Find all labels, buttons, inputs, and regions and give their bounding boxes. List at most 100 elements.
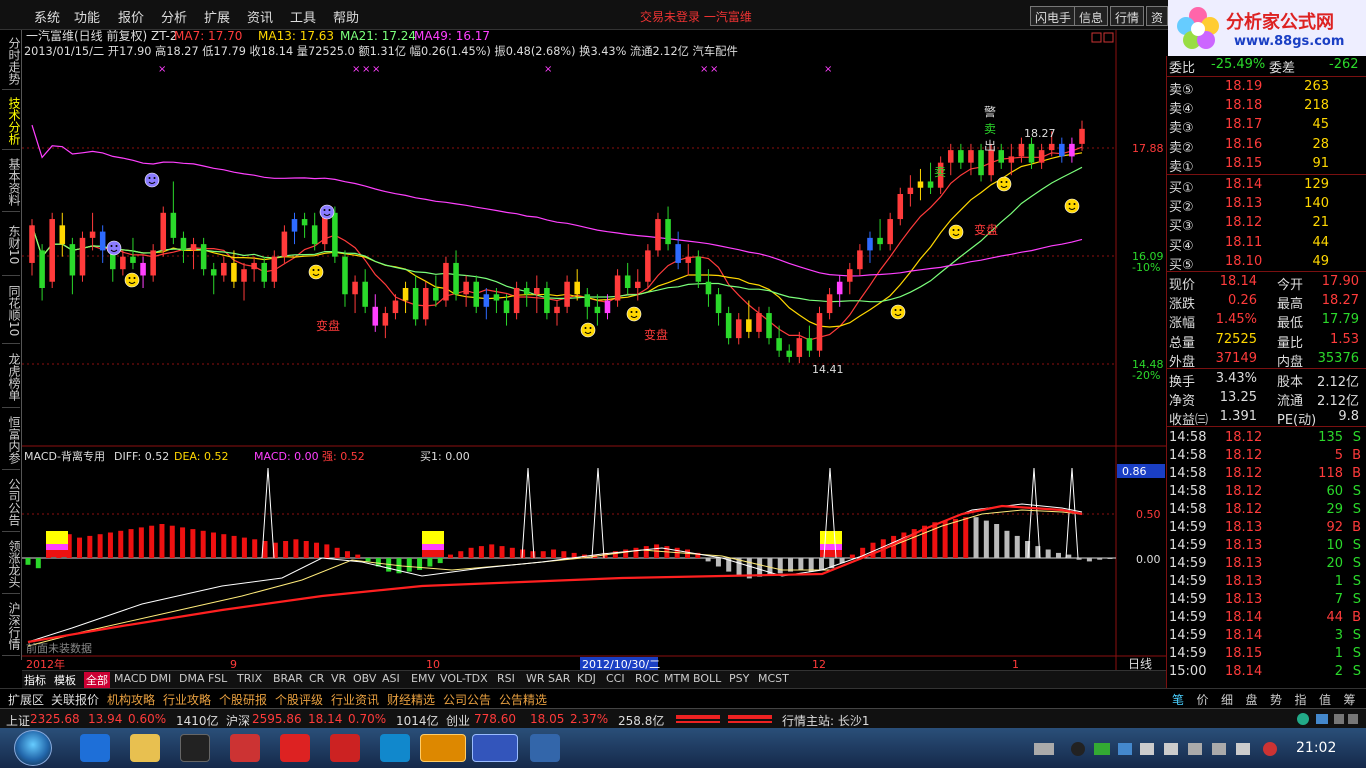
index-pct: 2.37%: [570, 712, 609, 726]
macd-bar: [138, 527, 144, 558]
indicator-tab[interactable]: VOL-TDX: [440, 672, 488, 685]
macd-bar: [468, 547, 474, 558]
stock-app-icon[interactable]: [420, 734, 466, 762]
indicator-tab[interactable]: MACD: [114, 672, 147, 685]
right-panel-tab[interactable]: 指: [1295, 691, 1307, 708]
extension-tab[interactable]: 机构攻略: [107, 691, 155, 708]
right-panel-tab[interactable]: 细: [1221, 691, 1233, 708]
menu-extend[interactable]: 扩展: [204, 7, 230, 26]
indicator-tab[interactable]: WR: [526, 672, 545, 685]
indicator-tab[interactable]: OBV: [353, 672, 376, 685]
candle-body: [968, 150, 974, 163]
extension-tab[interactable]: 扩展区: [8, 691, 44, 708]
ie-icon[interactable]: [80, 734, 110, 762]
extension-tab[interactable]: 关联报价: [51, 691, 99, 708]
extension-tab[interactable]: 行业资讯: [331, 691, 379, 708]
candle-body: [624, 275, 631, 288]
menu-system[interactable]: 系统: [34, 7, 60, 26]
indicator-tab[interactable]: CCI: [606, 672, 625, 685]
server-station[interactable]: 行情主站: 长沙1: [782, 712, 870, 729]
right-panel-tab[interactable]: 值: [1319, 691, 1331, 708]
menu-help[interactable]: 帮助: [333, 7, 359, 26]
kugou-icon[interactable]: [380, 734, 410, 762]
menu-analysis[interactable]: 分析: [161, 7, 187, 26]
macd-axis-value: 0.86: [1122, 465, 1147, 478]
indicator-tab[interactable]: FSL: [208, 672, 227, 685]
flash-trade-button[interactable]: 闪电手: [1030, 6, 1077, 26]
tab-market[interactable]: 沪深行情: [2, 596, 21, 656]
indicator-tab[interactable]: RSI: [497, 672, 515, 685]
folder-icon[interactable]: [130, 734, 160, 762]
menu-quote[interactable]: 报价: [118, 7, 144, 26]
extension-tab[interactable]: 个股评级: [275, 691, 323, 708]
indicator-tab[interactable]: ROC: [635, 672, 659, 685]
system-tray-icons[interactable]: [1034, 740, 1284, 758]
extension-tab[interactable]: 行业攻略: [163, 691, 211, 708]
right-panel-tab[interactable]: 筹: [1344, 691, 1356, 708]
tab-dongcai[interactable]: 东财10: [2, 214, 21, 276]
smiley-signal-icon: [1064, 198, 1080, 214]
menu-tools[interactable]: 工具: [290, 7, 316, 26]
browser-icon[interactable]: [472, 734, 518, 762]
macd-bar: [334, 547, 340, 558]
candle-body: [453, 262, 459, 295]
indicator-tab[interactable]: SAR: [548, 672, 570, 685]
indicator-tab[interactable]: MTM: [664, 672, 690, 685]
indicator-tab[interactable]: BOLL: [693, 672, 721, 685]
extension-tab[interactable]: 公司公告: [443, 691, 491, 708]
indicator-tabs: 指标 模板 全部 MACD DMI DMA FSL TRIX BRAR CR VR OBV ASI EMV…: [22, 670, 1166, 688]
extension-tab[interactable]: 财经精选: [387, 691, 435, 708]
windows-start-icon[interactable]: [14, 730, 52, 766]
right-panel-tab[interactable]: 笔: [1172, 691, 1184, 708]
extension-tab[interactable]: 个股研报: [219, 691, 267, 708]
tab-tonghuashun[interactable]: 同花顺10: [2, 278, 21, 344]
right-panel-tab[interactable]: 势: [1270, 691, 1282, 708]
kline-chart[interactable]: 一汽富维(日线 前复权) ZT-2 MA7: 17.70 MA13: 17.63…: [22, 30, 1166, 670]
indicator-tab[interactable]: VR: [331, 672, 346, 685]
indicator-tab[interactable]: EMV: [411, 672, 435, 685]
indicator-tab[interactable]: TRIX: [237, 672, 262, 685]
tab-fundamentals[interactable]: 基本资料: [2, 152, 21, 212]
tab-intraday[interactable]: 分时走势: [2, 32, 21, 90]
low-price-label: 14.41: [812, 363, 844, 376]
menu-function[interactable]: 功能: [74, 7, 100, 26]
indicator-tab[interactable]: DMI: [150, 672, 171, 685]
right-panel-tab[interactable]: 价: [1197, 691, 1209, 708]
tab-dragon-tiger[interactable]: 龙虎榜单: [2, 346, 21, 408]
game-icon[interactable]: [230, 734, 260, 762]
indicator-tab[interactable]: PSY: [729, 672, 749, 685]
indicator-tab[interactable]: 全部: [84, 672, 110, 688]
extension-tab[interactable]: 公告精选: [499, 691, 547, 708]
qq-icon[interactable]: [180, 734, 210, 762]
indicator-tab[interactable]: BRAR: [273, 672, 303, 685]
indicator-tab[interactable]: KDJ: [577, 672, 596, 685]
tab-announcements[interactable]: 公司公告: [2, 472, 21, 532]
indicator-tab[interactable]: 指标: [24, 672, 46, 688]
candle-body: [261, 262, 267, 282]
bird-icon[interactable]: [530, 734, 560, 762]
tab-leaders[interactable]: 领涨龙头: [2, 534, 21, 594]
app-icon[interactable]: [330, 734, 360, 762]
index-amount: 258.8亿: [618, 714, 665, 728]
candle-body: [473, 281, 480, 307]
market-button[interactable]: 行情: [1110, 6, 1145, 26]
indicator-tab[interactable]: DMA: [179, 672, 205, 685]
info-button[interactable]: 信息: [1074, 6, 1109, 26]
indicator-tab[interactable]: ASI: [382, 672, 400, 685]
indicator-tab[interactable]: 模板: [54, 672, 76, 688]
period-label[interactable]: 日线: [1128, 657, 1152, 670]
candle-body: [503, 300, 510, 314]
tab-technical[interactable]: 技术分析: [2, 92, 21, 150]
clock[interactable]: 21:02: [1296, 740, 1336, 756]
indicator-tab[interactable]: CR: [309, 672, 324, 685]
buy-order-row: 买④ 18.11 44: [1169, 234, 1329, 254]
media-player-icon[interactable]: [280, 734, 310, 762]
right-panel-tab[interactable]: 盘: [1246, 691, 1258, 708]
index-value: 2325.68: [30, 712, 80, 726]
indicator-tab[interactable]: MCST: [758, 672, 789, 685]
candle-body: [332, 212, 338, 257]
news-button[interactable]: 资: [1146, 6, 1169, 26]
menu-info[interactable]: 资讯: [247, 7, 273, 26]
candle-body: [170, 212, 177, 238]
tab-hengfu[interactable]: 恒富内参: [2, 410, 21, 470]
